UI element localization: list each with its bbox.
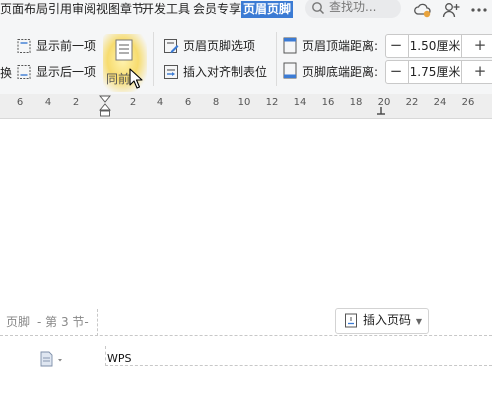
footer-section-tag: 页脚 - 第 3 节- [0,309,98,336]
decrease-header-distance-button[interactable]: − [386,35,406,57]
dropdown-arrow-icon: ▼ [415,317,422,326]
increase-header-distance-button[interactable]: + [470,35,490,57]
ruler-tick: 2 [129,97,137,108]
search-placeholder: 查找功... [329,0,377,14]
search-box[interactable]: 查找功... [305,0,401,18]
menu-bar: 页面布局 引用 审阅 视图 章节 开发工具 会员专享 页眉页脚 查找功... [0,0,492,20]
ruler-tick: 10 [237,97,251,108]
menu-developer-tools[interactable]: 开发工具 [142,1,190,18]
ruler-tick: 6 [184,97,192,108]
share-user-icon[interactable] [441,0,461,20]
footer-options-icon[interactable] [40,351,64,367]
page-number-icon [345,313,357,328]
tab-stop-marker-icon[interactable] [376,106,386,116]
header-top-distance-icon [283,37,297,54]
show-next-label: 显示后一项 [36,65,97,79]
mouse-cursor-icon [129,68,143,89]
insert-align-tab-label: 插入对齐制表位 [183,65,268,79]
insert-page-number-label: 插入页码 [363,313,412,327]
insert-page-number-button[interactable]: 插入页码 ▼ [335,308,429,334]
header-top-distance-label: 页眉顶端距离: [302,39,379,53]
search-icon [312,2,325,15]
show-previous-label: 显示前一项 [36,39,97,53]
ruler-tick: 4 [44,97,52,108]
menu-view[interactable]: 视图 [96,1,120,18]
ruler-tick: 4 [156,97,164,108]
ruler-tick: 22 [405,97,419,108]
footer-text[interactable]: WPS [107,352,132,365]
document-page[interactable]: 页脚 - 第 3 节- 插入页码 ▼ WPS [0,119,492,401]
menu-page-layout[interactable]: 页面布局 [0,1,48,18]
header-footer-options-button[interactable]: 页眉页脚选项 [163,37,263,55]
ribbon-toolbar: 换 显示前一项 显示后一项 同前 页眉页脚选项 插入对齐制表位 页眉顶端距离: … [0,20,492,94]
show-previous-icon [17,39,31,53]
indent-marker-icon[interactable] [99,95,111,118]
menu-member[interactable]: 会员专享 [193,1,241,18]
header-top-distance-value[interactable]: 1.50厘米 [408,35,462,57]
ribbon-separator [276,32,277,86]
ribbon-partial-label[interactable]: 换 [0,64,12,82]
ruler-tick: 24 [433,97,447,108]
ruler-tick: 2 [72,97,80,108]
header-top-distance-stepper[interactable]: − 1.50厘米 + [385,34,492,58]
align-tab-icon [164,65,178,79]
section-label: - 第 3 节- [37,315,89,329]
show-previous-button[interactable]: 显示前一项 [16,37,100,55]
ruler-tick: 16 [321,97,335,108]
show-next-button[interactable]: 显示后一项 [16,63,100,81]
text-margin-guide [105,346,106,366]
footer-bottom-distance-label: 页脚底端距离: [302,65,379,79]
footer-text-baseline [105,365,492,366]
footer-label: 页脚 [6,315,31,329]
header-footer-options-label: 页眉页脚选项 [183,39,256,53]
same-as-previous-button[interactable]: 同前 [103,34,147,92]
insert-align-tab-button[interactable]: 插入对齐制表位 [163,63,275,81]
same-as-previous-label: 同前 [106,72,131,86]
increase-footer-distance-button[interactable]: + [470,61,490,83]
ruler-tick: 14 [293,97,307,108]
ruler-tick: 12 [265,97,279,108]
ruler-tick: 26 [461,97,475,108]
more-icon[interactable] [469,0,489,20]
menu-chapter[interactable]: 章节 [120,1,144,18]
ruler-tick: 6 [16,97,24,108]
menu-header-footer[interactable]: 页眉页脚 [241,1,294,18]
show-next-icon [17,65,31,79]
horizontal-ruler[interactable]: 6 4 2 2 4 6 8 10 12 14 16 18 20 22 24 26 [0,94,492,119]
same-as-previous-icon [115,39,133,61]
footer-bottom-distance-value[interactable]: 1.75厘米 [408,61,462,83]
cloud-sync-icon[interactable] [413,0,433,20]
footer-bottom-distance-icon [283,62,297,79]
decrease-footer-distance-button[interactable]: − [386,61,406,83]
footer-bottom-distance-stepper[interactable]: − 1.75厘米 + [385,60,492,84]
ruler-tick: 8 [212,97,220,108]
menu-review[interactable]: 审阅 [72,1,96,18]
ribbon-separator [153,32,154,86]
ruler-tick: 18 [349,97,363,108]
menu-references[interactable]: 引用 [48,1,72,18]
header-footer-options-icon [164,39,179,53]
